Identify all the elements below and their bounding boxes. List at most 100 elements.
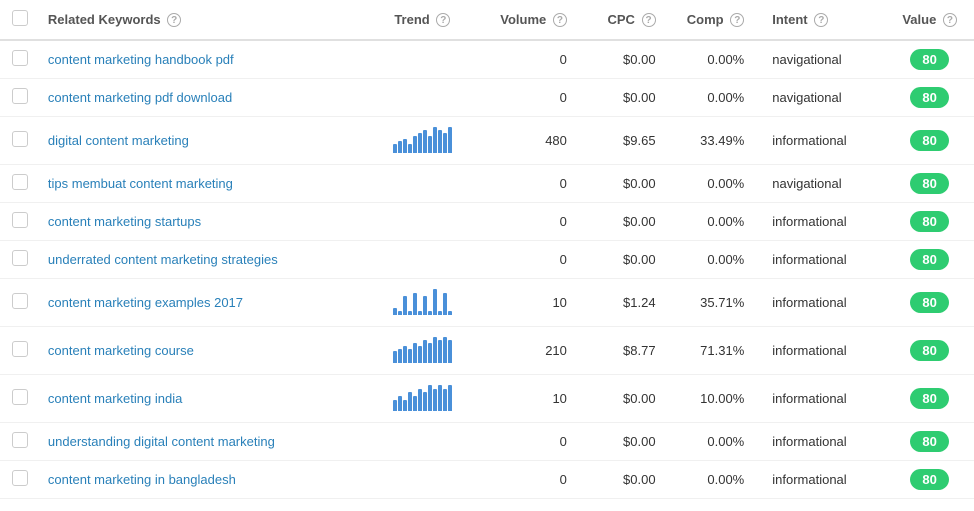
chart-bar: [413, 136, 417, 153]
intent-header: Intent ?: [752, 0, 885, 40]
chart-bar: [438, 311, 442, 315]
cpc-cell: $1.24: [575, 279, 664, 327]
keyword-cell: content marketing examples 2017: [40, 279, 361, 327]
chart-bar: [418, 133, 422, 153]
chart-bar: [413, 293, 417, 315]
select-all-header[interactable]: [0, 0, 40, 40]
chart-bar: [398, 141, 402, 153]
keyword-link[interactable]: content marketing in bangladesh: [48, 472, 236, 487]
row-checkbox-cell: [0, 203, 40, 241]
value-cell: 80: [885, 79, 974, 117]
intent-cell: informational: [752, 203, 885, 241]
comp-cell: 0.00%: [664, 203, 753, 241]
value-badge: 80: [910, 388, 948, 409]
row-checkbox-cell: [0, 40, 40, 79]
chart-bar: [443, 293, 447, 315]
value-badge: 80: [910, 130, 948, 151]
keyword-link[interactable]: content marketing handbook pdf: [48, 52, 234, 67]
chart-bar: [443, 133, 447, 153]
cpc-help-icon[interactable]: ?: [642, 13, 656, 27]
keyword-link[interactable]: content marketing examples 2017: [48, 295, 243, 310]
keyword-link[interactable]: content marketing pdf download: [48, 90, 232, 105]
select-all-checkbox[interactable]: [12, 10, 28, 26]
chart-bar: [448, 340, 452, 363]
value-badge: 80: [910, 292, 948, 313]
cpc-cell: $0.00: [575, 40, 664, 79]
table-row: understanding digital content marketing 0…: [0, 423, 974, 461]
chart-bar: [433, 389, 437, 411]
trend-cell: [361, 327, 483, 375]
row-checkbox[interactable]: [12, 341, 28, 357]
chart-bar: [438, 130, 442, 153]
row-checkbox[interactable]: [12, 470, 28, 486]
row-checkbox[interactable]: [12, 88, 28, 104]
keyword-cell: content marketing startups: [40, 203, 361, 241]
trend-help-icon[interactable]: ?: [436, 13, 450, 27]
keyword-cell: content marketing india: [40, 375, 361, 423]
value-badge: 80: [910, 469, 948, 490]
keyword-cell: tips membuat content marketing: [40, 165, 361, 203]
row-checkbox[interactable]: [12, 212, 28, 228]
table-row: content marketing examples 201710$1.2435…: [0, 279, 974, 327]
keyword-cell: content marketing in bangladesh: [40, 461, 361, 499]
volume-cell: 0: [483, 203, 575, 241]
chart-bar: [438, 385, 442, 411]
keyword-link[interactable]: understanding digital content marketing: [48, 434, 275, 449]
keyword-link[interactable]: content marketing india: [48, 391, 182, 406]
keyword-link[interactable]: content marketing course: [48, 343, 194, 358]
row-checkbox[interactable]: [12, 432, 28, 448]
chart-bar: [448, 311, 452, 315]
chart-bar: [408, 311, 412, 315]
keyword-link[interactable]: digital content marketing: [48, 133, 189, 148]
chart-bar: [403, 139, 407, 153]
chart-bar: [403, 296, 407, 315]
keyword-help-icon[interactable]: ?: [167, 13, 181, 27]
row-checkbox[interactable]: [12, 131, 28, 147]
row-checkbox[interactable]: [12, 250, 28, 266]
keyword-link[interactable]: underrated content marketing strategies: [48, 252, 278, 267]
volume-cell: 0: [483, 79, 575, 117]
row-checkbox[interactable]: [12, 174, 28, 190]
volume-help-icon[interactable]: ?: [553, 13, 567, 27]
row-checkbox[interactable]: [12, 389, 28, 405]
row-checkbox-cell: [0, 461, 40, 499]
cpc-cell: $9.65: [575, 117, 664, 165]
chart-bar: [398, 396, 402, 411]
row-checkbox-cell: [0, 117, 40, 165]
intent-cell: informational: [752, 241, 885, 279]
chart-bar: [448, 127, 452, 153]
keyword-cell: understanding digital content marketing: [40, 423, 361, 461]
volume-cell: 0: [483, 40, 575, 79]
chart-bar: [428, 311, 432, 315]
intent-help-icon[interactable]: ?: [814, 13, 828, 27]
keyword-cell: digital content marketing: [40, 117, 361, 165]
keyword-link[interactable]: tips membuat content marketing: [48, 176, 233, 191]
comp-cell: 0.00%: [664, 165, 753, 203]
chart-bar: [413, 343, 417, 363]
row-checkbox[interactable]: [12, 50, 28, 66]
chart-bar: [408, 349, 412, 363]
comp-cell: 0.00%: [664, 423, 753, 461]
keywords-table: Related Keywords ? Trend ? Volume ? CPC …: [0, 0, 974, 499]
trend-cell: [361, 79, 483, 117]
keyword-link[interactable]: content marketing startups: [48, 214, 201, 229]
volume-cell: 0: [483, 423, 575, 461]
intent-cell: navigational: [752, 40, 885, 79]
value-help-icon[interactable]: ?: [943, 13, 957, 27]
chart-bar: [393, 144, 397, 153]
trend-cell: [361, 165, 483, 203]
intent-cell: navigational: [752, 79, 885, 117]
volume-cell: 0: [483, 241, 575, 279]
chart-bar: [443, 337, 447, 363]
intent-cell: informational: [752, 327, 885, 375]
volume-cell: 10: [483, 375, 575, 423]
volume-cell: 480: [483, 117, 575, 165]
chart-bar: [418, 389, 422, 411]
chart-bar: [428, 136, 432, 153]
comp-cell: 10.00%: [664, 375, 753, 423]
chart-bar: [423, 296, 427, 315]
row-checkbox[interactable]: [12, 293, 28, 309]
comp-help-icon[interactable]: ?: [730, 13, 744, 27]
chart-bar: [433, 127, 437, 153]
chart-bar: [398, 349, 402, 363]
